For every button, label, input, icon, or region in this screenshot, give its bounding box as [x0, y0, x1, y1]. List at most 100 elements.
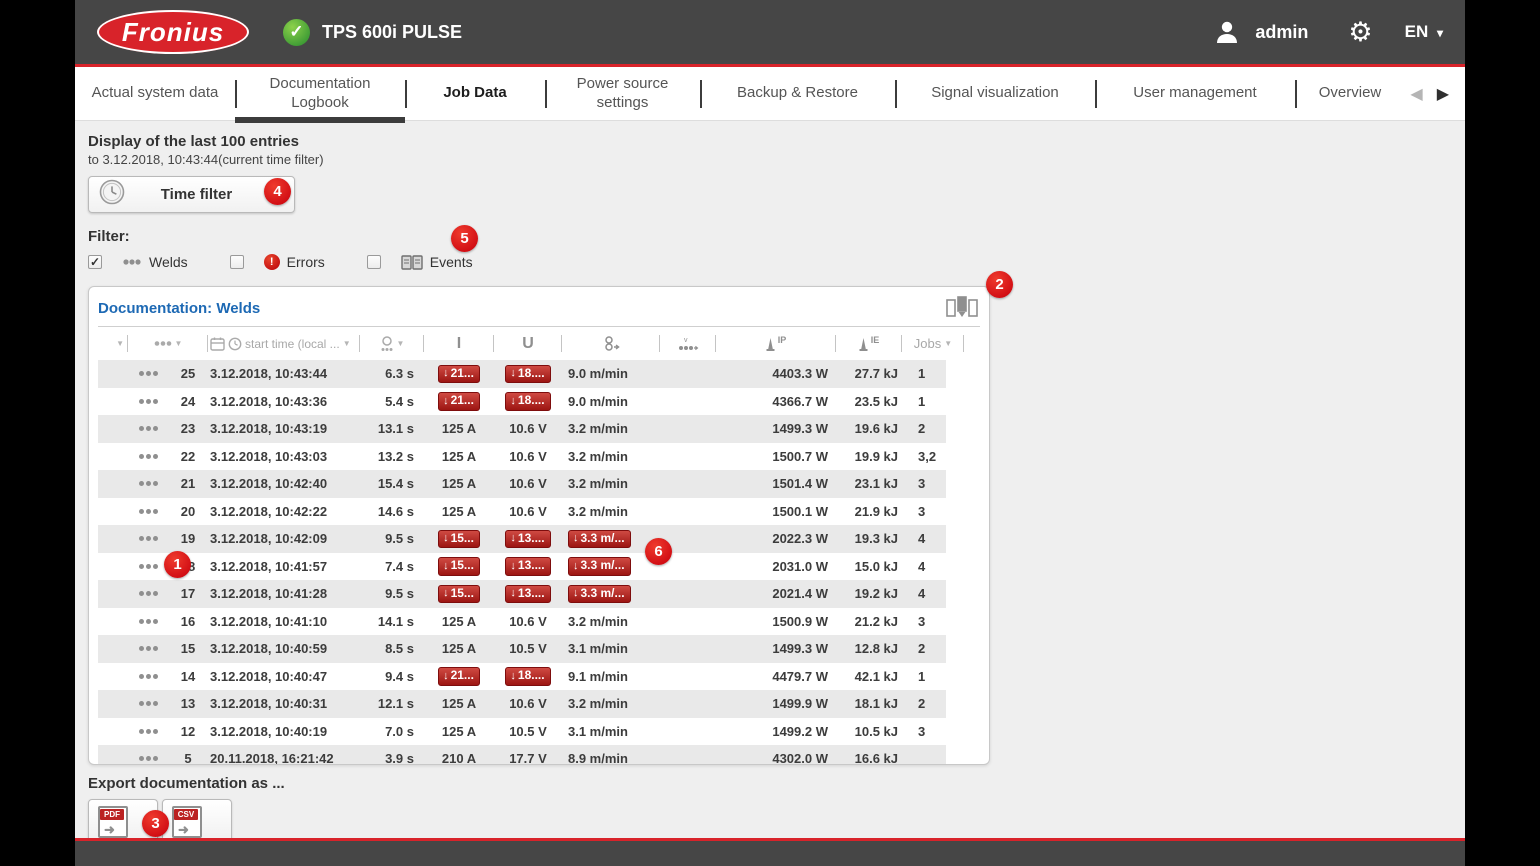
tab-power-source-settings[interactable]: Power source settings — [545, 67, 700, 120]
table-row[interactable]: 143.12.2018, 10:40:479.4 s↓21...↓18....9… — [98, 663, 946, 691]
weld-number: 22 — [168, 449, 208, 464]
table-row[interactable]: 123.12.2018, 10:40:197.0 s125 A10.5 V3.1… — [98, 718, 946, 746]
filter-option-events[interactable]: ✓ Events — [367, 254, 473, 270]
limit-down-arrow-icon: ↓ — [510, 670, 516, 683]
power-value: 2031.0 W — [716, 559, 836, 574]
weld-dots-icon — [128, 426, 168, 431]
table-row[interactable]: 183.12.2018, 10:41:577.4 s↓15...↓13....↓… — [98, 553, 946, 581]
footer-bar — [75, 841, 1465, 866]
jobs-value: 1 — [902, 366, 964, 381]
column-config-icon[interactable] — [945, 296, 979, 320]
annotation-badge-1: 1 — [164, 551, 191, 578]
table-row[interactable]: 223.12.2018, 10:43:0313.2 s125 A10.6 V3.… — [98, 443, 946, 471]
jobs-value: 2 — [902, 421, 964, 436]
limit-violation-badge: ↓18.... — [505, 365, 550, 384]
wire-feed-speed-value: 3.2 m/min — [562, 476, 660, 491]
events-icon — [401, 255, 423, 270]
table-row[interactable]: 233.12.2018, 10:43:1913.1 s125 A10.6 V3.… — [98, 415, 946, 443]
table-row[interactable]: 153.12.2018, 10:40:598.5 s125 A10.5 V3.1… — [98, 635, 946, 663]
errors-icon: ! — [264, 254, 280, 270]
start-time: 3.12.2018, 10:43:36 — [208, 394, 360, 409]
column-filter[interactable]: ▼ — [98, 327, 128, 360]
user-name[interactable]: admin — [1255, 22, 1308, 43]
nav-prev-icon[interactable]: ◀ — [1410, 84, 1422, 104]
table-row[interactable]: 133.12.2018, 10:40:3112.1 s125 A10.6 V3.… — [98, 690, 946, 718]
weld-duration: 3.9 s — [360, 751, 424, 764]
column-weld-number[interactable]: ▼ — [128, 327, 208, 360]
tab-job-data[interactable]: Job Data — [405, 67, 545, 120]
current-value: 125 A — [424, 449, 494, 464]
voltage-value: 10.6 V — [494, 421, 562, 436]
table-row[interactable]: 163.12.2018, 10:41:1014.1 s125 A10.6 V3.… — [98, 608, 946, 636]
column-current[interactable]: I — [424, 327, 494, 360]
start-time: 3.12.2018, 10:43:44 — [208, 366, 360, 381]
energy-value: 23.5 kJ — [836, 394, 902, 409]
power-value: 4403.3 W — [716, 366, 836, 381]
table-row[interactable]: 243.12.2018, 10:43:365.4 s↓21...↓18....9… — [98, 388, 946, 416]
wire-feed-speed-value: 3.2 m/min — [562, 421, 660, 436]
annotation-badge-6: 6 — [645, 538, 672, 565]
pdf-file-icon: PDF ➜ — [98, 806, 128, 838]
table-row[interactable]: 193.12.2018, 10:42:099.5 s↓15...↓13....↓… — [98, 525, 946, 553]
weld-duration: 6.3 s — [360, 366, 424, 381]
weld-dots-icon — [128, 591, 168, 596]
wire-feed-speed-value: ↓3.3 m/... — [562, 557, 660, 576]
column-energy[interactable]: IE — [836, 327, 902, 360]
table-row[interactable]: 173.12.2018, 10:41:289.5 s↓15...↓13....↓… — [98, 580, 946, 608]
weld-number: 20 — [168, 504, 208, 519]
wire-feed-speed-value: 9.0 m/min — [562, 366, 660, 381]
column-power[interactable]: IP — [716, 327, 836, 360]
tab-overview[interactable]: Overview — [1295, 67, 1405, 120]
limit-down-arrow-icon: ↓ — [443, 560, 449, 573]
limit-down-arrow-icon: ↓ — [443, 367, 449, 380]
weld-dots-icon — [128, 701, 168, 706]
welds-checkbox[interactable]: ✓ — [88, 255, 102, 269]
filter-option-welds[interactable]: ✓ Welds — [88, 254, 188, 270]
errors-checkbox[interactable]: ✓ — [230, 255, 244, 269]
power-value: 1499.9 W — [716, 696, 836, 711]
weld-duration: 9.5 s — [360, 586, 424, 601]
column-duration[interactable]: ▼ — [360, 327, 424, 360]
weld-duration: 12.1 s — [360, 696, 424, 711]
tab-actual-system-data[interactable]: Actual system data — [75, 67, 235, 120]
voltage-value: 10.6 V — [494, 696, 562, 711]
tab-user-management[interactable]: User management — [1095, 67, 1295, 120]
start-time: 3.12.2018, 10:41:28 — [208, 586, 360, 601]
weld-duration: 7.0 s — [360, 724, 424, 739]
panel-title: Documentation: Welds — [98, 300, 260, 317]
voltage-value: ↓13.... — [494, 557, 562, 576]
wire-feed-speed-value: 3.2 m/min — [562, 614, 660, 629]
nav-next-icon[interactable]: ▶ — [1437, 84, 1449, 104]
events-checkbox[interactable]: ✓ — [367, 255, 381, 269]
tab-signal-visualization[interactable]: Signal visualization — [895, 67, 1095, 120]
table-row[interactable]: 213.12.2018, 10:42:4015.4 s125 A10.6 V3.… — [98, 470, 946, 498]
voltage-value: 10.6 V — [494, 476, 562, 491]
weld-dots-icon — [128, 509, 168, 514]
column-wire-feed-speed[interactable] — [562, 327, 660, 360]
documentation-panel: Documentation: Welds ▼ ▼ — [88, 286, 990, 765]
power-value: 1500.1 W — [716, 504, 836, 519]
start-time: 3.12.2018, 10:40:31 — [208, 696, 360, 711]
column-start-time[interactable]: start time (local ... ▼ — [208, 327, 360, 360]
weld-duration: 13.1 s — [360, 421, 424, 436]
settings-gear-icon[interactable]: ⚙ — [1348, 19, 1372, 46]
weld-number: 21 — [168, 476, 208, 491]
table-row[interactable]: 203.12.2018, 10:42:2214.6 s125 A10.6 V3.… — [98, 498, 946, 526]
tab-documentation-logbook[interactable]: Documentation Logbook — [235, 67, 405, 120]
current-value: ↓21... — [424, 364, 494, 383]
table-row[interactable]: 253.12.2018, 10:43:446.3 s↓21... ↓18.... 9… — [98, 360, 946, 388]
energy-icon — [859, 336, 868, 352]
table-row[interactable]: 520.11.2018, 16:21:423.9 s210 A17.7 V8.9… — [98, 745, 946, 764]
start-time: 20.11.2018, 16:21:42 — [208, 751, 360, 764]
tab-backup-restore[interactable]: Backup & Restore — [700, 67, 895, 120]
filter-option-errors[interactable]: ✓ ! Errors — [230, 254, 325, 270]
column-jobs[interactable]: Jobs ▼ — [902, 327, 964, 360]
weld-duration: 14.1 s — [360, 614, 424, 629]
current-value: 210 A — [424, 751, 494, 764]
weld-number: 25 — [168, 366, 208, 381]
column-welding-speed[interactable]: v — [660, 327, 716, 360]
column-voltage[interactable]: U — [494, 327, 562, 360]
language-selector[interactable]: EN ▾ — [1405, 22, 1443, 42]
jobs-value: 4 — [902, 559, 964, 574]
energy-value: 19.6 kJ — [836, 421, 902, 436]
